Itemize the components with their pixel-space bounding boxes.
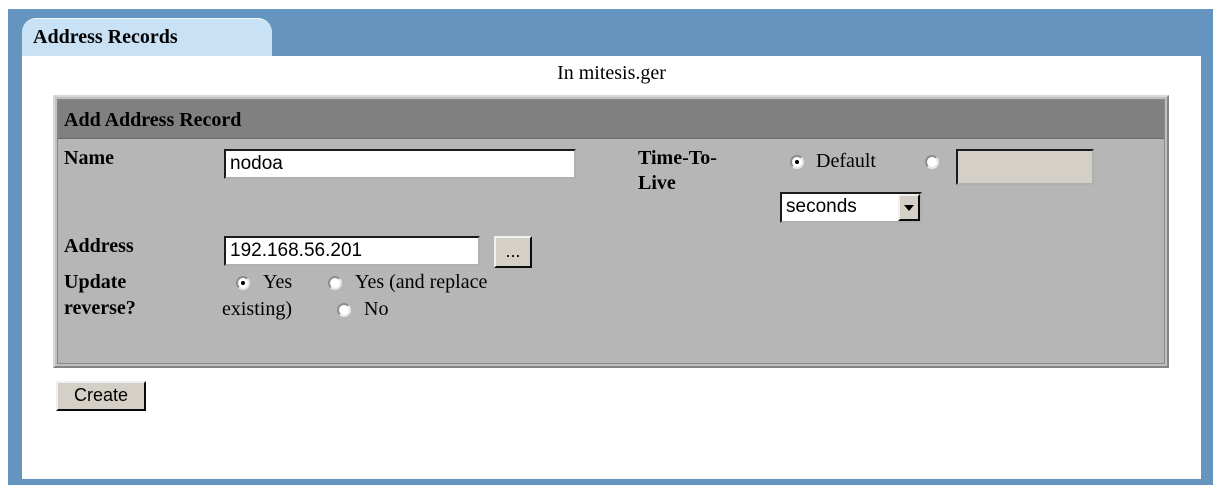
ttl-unit-value: seconds — [786, 196, 857, 217]
reverse-yes-radio[interactable] — [236, 276, 250, 290]
panel-header: Add Address Record — [58, 100, 1164, 139]
ttl-custom-input[interactable] — [956, 149, 1094, 185]
update-reverse-label-line1: Update — [64, 271, 127, 293]
add-address-record-panel: Add Address Record Name nodoa Time-To- L… — [53, 95, 1169, 368]
address-browse-button[interactable]: ... — [494, 236, 532, 268]
ttl-default-radio[interactable] — [790, 155, 804, 169]
reverse-no-label: No — [364, 298, 389, 320]
reverse-replace-radio[interactable] — [328, 276, 342, 290]
create-button[interactable]: Create — [56, 381, 146, 411]
tab-label: Address Records — [33, 26, 178, 48]
panel-body: Add Address Record Name nodoa Time-To- L… — [57, 99, 1165, 364]
panel-title: Add Address Record — [64, 109, 242, 131]
zone-subtitle: In mitesis.ger — [557, 62, 666, 84]
reverse-replace-label-line1: Yes (and replace — [355, 271, 488, 293]
address-label: Address — [64, 235, 134, 257]
reverse-no-radio[interactable] — [337, 303, 351, 317]
ttl-default-label: Default — [816, 150, 876, 172]
name-label: Name — [64, 147, 114, 169]
content-area: In mitesis.ger Add Address Record Name n… — [22, 56, 1201, 479]
update-reverse-label-line2: reverse? — [64, 297, 136, 319]
chevron-down-icon[interactable] — [898, 194, 920, 221]
reverse-replace-label-line2: existing) — [222, 298, 292, 320]
name-input[interactable]: nodoa — [224, 149, 576, 179]
ttl-custom-radio[interactable] — [925, 155, 939, 169]
ttl-label-line1: Time-To- — [638, 147, 717, 169]
ttl-label-line2: Live — [638, 172, 676, 194]
reverse-yes-label: Yes — [263, 271, 293, 293]
ttl-unit-select[interactable]: seconds — [780, 192, 922, 223]
address-input[interactable]: 192.168.56.201 — [224, 236, 480, 266]
